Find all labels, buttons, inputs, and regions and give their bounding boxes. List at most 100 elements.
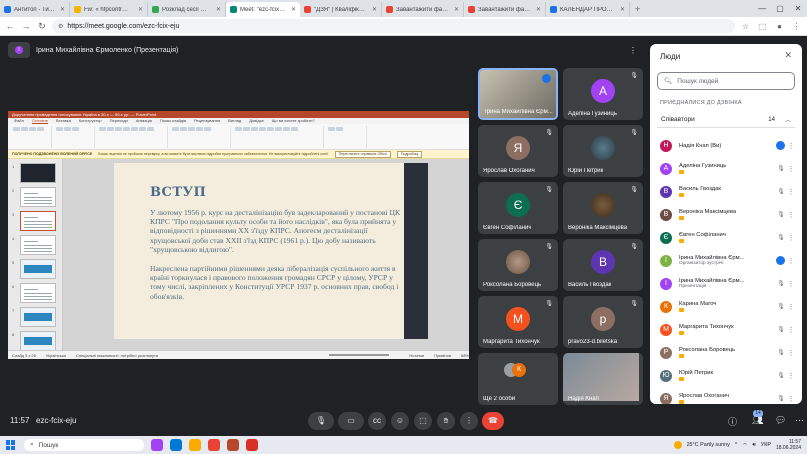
participant-more-icon[interactable]: ⋮ bbox=[787, 142, 795, 150]
network-icon[interactable]: ⌔ bbox=[742, 442, 747, 449]
participant-row[interactable]: К Карина Магоч 🎙︎ ⋮ bbox=[657, 295, 795, 318]
taskbar-app-icon[interactable] bbox=[151, 439, 163, 451]
muted-mic-icon[interactable]: 🎙︎ bbox=[775, 165, 787, 172]
status-item[interactable]: Примітки bbox=[434, 353, 451, 358]
participant-more-icon[interactable]: ⋮ bbox=[787, 372, 795, 380]
new-tab-button[interactable]: + bbox=[630, 2, 645, 17]
status-item[interactable]: Нотатки bbox=[409, 353, 424, 358]
url-input[interactable]: ⚙ https://meet.google.com/ezc-fcix-eju bbox=[52, 19, 735, 33]
ppt-menu-item[interactable]: Анімація bbox=[136, 118, 152, 124]
browser-tab[interactable]: Антитоп - Ти саме тє ✕ bbox=[0, 2, 70, 17]
microphone-button[interactable]: 🎙︎ bbox=[308, 412, 334, 430]
muted-mic-icon[interactable]: 🎙︎ bbox=[775, 280, 787, 287]
participant-tile[interactable]: 🎙︎ Роксолана Боровець bbox=[478, 239, 558, 291]
chat-icon[interactable]: 💬︎ bbox=[775, 415, 786, 426]
browser-tab[interactable]: Fw: « hfpcontr@ukr.net ✕ bbox=[70, 2, 148, 17]
ppt-menu-item[interactable]: Файл bbox=[14, 118, 24, 124]
more-options-button[interactable]: ⋮ bbox=[460, 412, 478, 430]
browser-tab[interactable]: Meet: "ezc-fcix-eju" ✕ bbox=[226, 2, 300, 17]
zoom-slider[interactable] bbox=[329, 354, 390, 356]
tab-close-icon[interactable]: ✕ bbox=[291, 6, 296, 13]
camera-button[interactable]: ▭ bbox=[338, 412, 364, 430]
muted-mic-icon[interactable]: 🎙︎ bbox=[775, 326, 787, 333]
slide-thumbnail[interactable]: 1 bbox=[12, 163, 56, 183]
participant-more-icon[interactable]: ⋮ bbox=[787, 280, 795, 288]
warning-button-details[interactable]: Подробиці bbox=[396, 150, 423, 158]
status-item[interactable]: 68% bbox=[461, 353, 469, 358]
participant-more-icon[interactable]: ⋮ bbox=[787, 234, 795, 242]
participant-more-icon[interactable]: ⋮ bbox=[787, 349, 795, 357]
edge-icon[interactable] bbox=[170, 439, 182, 451]
muted-mic-icon[interactable]: 🎙︎ bbox=[775, 372, 787, 379]
tray-chevron-icon[interactable]: ^ bbox=[735, 442, 738, 448]
participant-tile[interactable]: Ірина Михайлівна Єрм... bbox=[478, 68, 558, 120]
browser-tab[interactable]: Завантажити файл | Шта ✕ bbox=[382, 2, 464, 17]
participant-tile[interactable]: Я 🎙︎ Ярослав Охоганич bbox=[478, 125, 558, 177]
participant-row[interactable]: А Аделіна Гузиниць 🎙︎ ⋮ bbox=[657, 157, 795, 180]
participant-tile[interactable]: Є 🎙︎ Євген Софіланич bbox=[478, 182, 558, 234]
ppt-menu-item[interactable]: Вигляд bbox=[228, 118, 241, 124]
browser-tab[interactable]: "ДЗЯ" | Кваліфікований в ✕ bbox=[300, 2, 382, 17]
volume-icon[interactable]: 🔊︎ bbox=[752, 442, 755, 449]
participant-row[interactable]: І Ірина Михайлівна Єрм... Презентація 🎙︎ ⋮ bbox=[657, 272, 795, 295]
slide-thumbnail[interactable]: 3 bbox=[12, 211, 56, 231]
powerpoint-icon[interactable] bbox=[227, 439, 239, 451]
people-search-input[interactable]: 🔍︎ Пошук людей bbox=[657, 72, 795, 90]
muted-mic-icon[interactable]: 🎙︎ bbox=[775, 234, 787, 241]
chevron-up-icon[interactable]: ︿ bbox=[785, 115, 791, 124]
muted-mic-icon[interactable]: 🎙︎ bbox=[775, 303, 787, 310]
tab-close-icon[interactable]: ✕ bbox=[138, 6, 143, 13]
muted-mic-icon[interactable]: 🎙︎ bbox=[775, 349, 787, 356]
tab-close-icon[interactable]: ✕ bbox=[620, 6, 625, 13]
participant-tile[interactable]: 🎙︎ Вероніка Максімцева bbox=[563, 182, 643, 234]
participant-row[interactable]: І Ірина Михайлівна Єрм... Організатор зуст… bbox=[657, 249, 795, 272]
raise-hand-button[interactable]: ✋︎ bbox=[437, 412, 455, 430]
participant-more-icon[interactable]: ⋮ bbox=[787, 326, 795, 334]
reactions-button[interactable]: ☺ bbox=[391, 412, 409, 430]
browser-tab[interactable]: Розклад сесії Мукачево ✕ bbox=[148, 2, 226, 17]
participant-tile[interactable]: К Ще 2 особи bbox=[478, 353, 558, 405]
tab-close-icon[interactable]: ✕ bbox=[60, 6, 65, 13]
info-icon[interactable]: ⓘ bbox=[728, 415, 737, 428]
participant-row[interactable]: Н Надія Кнап (Ви) ⋮ bbox=[657, 134, 795, 157]
participant-row[interactable]: В Василь Гвоздак 🎙︎ ⋮ bbox=[657, 180, 795, 203]
participant-tile[interactable]: М 🎙︎ Маргарита Тихончук bbox=[478, 296, 558, 348]
chrome-icon[interactable] bbox=[208, 439, 220, 451]
taskbar-datetime[interactable]: 11:57 18.06.2024 bbox=[776, 439, 801, 451]
activities-icon[interactable]: ⋯ bbox=[795, 415, 804, 426]
close-window-button[interactable]: ✕ bbox=[789, 0, 807, 17]
captions-button[interactable]: cc bbox=[368, 412, 386, 430]
contributors-group[interactable]: Співавтори 14 ︿ bbox=[657, 112, 795, 128]
ppt-menu-item[interactable]: Довідка bbox=[249, 118, 263, 124]
close-panel-icon[interactable]: ✕ bbox=[784, 50, 792, 61]
start-menu-icon[interactable] bbox=[6, 440, 16, 450]
ppt-menu-item[interactable]: Переходи bbox=[110, 118, 128, 124]
participant-more-icon[interactable]: ⋮ bbox=[787, 165, 795, 173]
taskbar-app-icon-2[interactable] bbox=[246, 439, 258, 451]
site-info-icon[interactable]: ⚙ bbox=[58, 23, 63, 30]
leave-call-button[interactable]: ☎︎ bbox=[482, 412, 504, 430]
slide-thumbnail[interactable]: 5 bbox=[12, 259, 56, 279]
muted-mic-icon[interactable]: 🎙︎ bbox=[775, 211, 787, 218]
tab-close-icon[interactable]: ✕ bbox=[216, 6, 221, 13]
reload-icon[interactable]: ↻ bbox=[36, 21, 48, 32]
browser-menu-icon[interactable]: ⋮ bbox=[790, 22, 803, 31]
more-options-icon[interactable]: ⋮ bbox=[629, 46, 637, 55]
ppt-menu-item[interactable]: Вставка bbox=[56, 118, 71, 124]
slide-thumbnail[interactable]: 4 bbox=[12, 235, 56, 255]
ppt-menu-item[interactable]: Конструктор bbox=[79, 118, 102, 124]
ppt-menu-item[interactable]: Що ви хочете зробити? bbox=[272, 118, 315, 124]
participant-more-icon[interactable]: ⋮ bbox=[787, 188, 795, 196]
tab-close-icon[interactable]: ✕ bbox=[536, 6, 541, 13]
participant-row[interactable]: Ю Юрій Петрик 🎙︎ ⋮ bbox=[657, 364, 795, 387]
maximize-button[interactable]: ▢ bbox=[771, 0, 789, 17]
participant-row[interactable]: Я Ярослав Охоганич 🎙︎ ⋮ bbox=[657, 387, 795, 404]
extensions-icon[interactable]: ⬚ bbox=[756, 22, 769, 31]
tab-close-icon[interactable]: ✕ bbox=[372, 6, 377, 13]
tab-close-icon[interactable]: ✕ bbox=[454, 6, 459, 13]
participant-tile[interactable]: Надія Кнап bbox=[563, 353, 643, 405]
participant-more-icon[interactable]: ⋮ bbox=[787, 395, 795, 403]
language-indicator[interactable]: УКР bbox=[761, 442, 771, 448]
present-button[interactable]: ⬚ bbox=[414, 412, 432, 430]
participant-tile[interactable]: А 🎙︎ Аделіна Гузиниць bbox=[563, 68, 643, 120]
